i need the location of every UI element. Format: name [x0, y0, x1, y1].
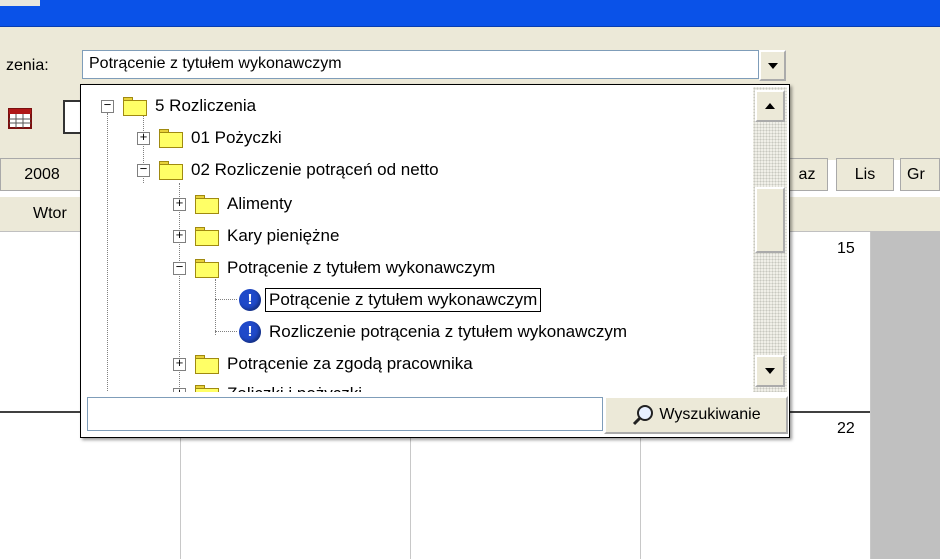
tree-node-folder[interactable]: − 02 Rozliczenie potrąceń od netto [137, 155, 439, 185]
scroll-down-button[interactable] [755, 355, 785, 387]
folder-icon [195, 258, 219, 278]
folder-icon [195, 354, 219, 374]
tree-node-label: Zaliczki i pożyczki [227, 384, 362, 392]
info-icon: ! [239, 289, 261, 311]
scroll-thumb[interactable] [755, 187, 785, 253]
combo-value: Potrącenie z tytułem wykonawczym [89, 55, 342, 72]
folder-icon [195, 194, 219, 214]
day-number[interactable]: 22 [837, 420, 855, 438]
info-icon: ! [239, 321, 261, 343]
document-type-combo[interactable]: Potrącenie z tytułem wykonawczym [82, 50, 759, 79]
weekend-column [870, 232, 940, 559]
expand-icon[interactable]: + [173, 229, 186, 243]
folder-icon [159, 160, 183, 180]
folder-icon [159, 128, 183, 148]
expand-icon[interactable]: + [173, 387, 186, 392]
collapse-icon[interactable]: − [137, 163, 150, 177]
tree-node-item[interactable]: ! Rozliczenie potrącenia z tytułem wykon… [239, 317, 627, 347]
expand-icon[interactable]: + [173, 357, 186, 371]
expand-icon[interactable]: + [137, 131, 150, 145]
field-label: zenia: [6, 57, 49, 74]
tree-connector [215, 299, 237, 300]
search-button-label: Wyszukiwanie [659, 406, 761, 423]
chevron-down-icon [767, 62, 778, 69]
tree-node-folder-partial[interactable]: + Zaliczki i pożyczki [173, 379, 362, 392]
tree-node-item-selected[interactable]: ! Potrącenie z tytułem wykonawczym [239, 285, 542, 315]
scroll-up-button[interactable] [755, 90, 785, 122]
tree-node-folder[interactable]: + 01 Pożyczki [137, 123, 282, 153]
folder-icon [195, 384, 219, 392]
tree-node-label: Alimenty [227, 194, 293, 213]
chevron-down-icon [765, 368, 775, 374]
folder-icon [123, 96, 147, 116]
grid-column-divider [870, 232, 871, 559]
window-titlebar [0, 0, 940, 27]
tree-node-folder[interactable]: + Kary pieniężne [173, 221, 339, 251]
tree-node-label: Potrącenie z tytułem wykonawczym [227, 258, 496, 277]
collapse-icon[interactable]: − [101, 99, 114, 113]
month-tab-3[interactable]: Gr [900, 158, 940, 191]
tree-search-input[interactable] [87, 397, 603, 431]
tree-node-folder[interactable]: + Potrącenie za zgodą pracownika [173, 349, 473, 379]
tree-connector [215, 279, 216, 335]
tree-node-label: Potrącenie z tytułem wykonawczym [265, 288, 542, 312]
tree-view[interactable]: − 5 Rozliczenia + 01 Pożyczki − 02 Rozli… [81, 85, 752, 392]
expand-icon[interactable]: + [173, 197, 186, 211]
tree-dropdown-popup: − 5 Rozliczenia + 01 Pożyczki − 02 Rozli… [80, 84, 790, 438]
tree-node-folder[interactable]: − 5 Rozliczenia [101, 91, 256, 121]
tree-connector [215, 331, 237, 332]
folder-icon [195, 226, 219, 246]
tree-node-label: 02 Rozliczenie potrąceń od netto [191, 160, 439, 179]
tree-node-label: 01 Pożyczki [191, 128, 282, 147]
tree-connector [107, 113, 108, 392]
combo-dropdown-button[interactable] [759, 50, 786, 81]
collapse-icon[interactable]: − [173, 261, 186, 275]
magnifier-icon [633, 405, 654, 426]
tree-vertical-scrollbar[interactable] [753, 87, 787, 392]
tree-node-label: 5 Rozliczenia [155, 96, 257, 115]
tree-node-label: Potrącenie za zgodą pracownika [227, 354, 473, 373]
year-header[interactable]: 2008 [0, 158, 84, 191]
day-number[interactable]: 15 [837, 240, 855, 258]
calendar-grid-icon[interactable] [8, 106, 32, 130]
weekday-name: Wtor [33, 205, 67, 222]
tree-node-label: Rozliczenie potrącenia z tytułem wykonaw… [269, 322, 628, 341]
tree-node-folder[interactable]: − Potrącenie z tytułem wykonawczym [173, 253, 495, 283]
month-tab-2[interactable]: Lis [836, 158, 894, 191]
month-tab-1[interactable]: az [786, 158, 828, 191]
search-button[interactable]: Wyszukiwanie [604, 396, 788, 434]
chevron-up-icon [765, 103, 775, 109]
tree-node-label: Kary pieniężne [227, 226, 340, 245]
tree-node-folder[interactable]: + Alimenty [173, 189, 292, 219]
